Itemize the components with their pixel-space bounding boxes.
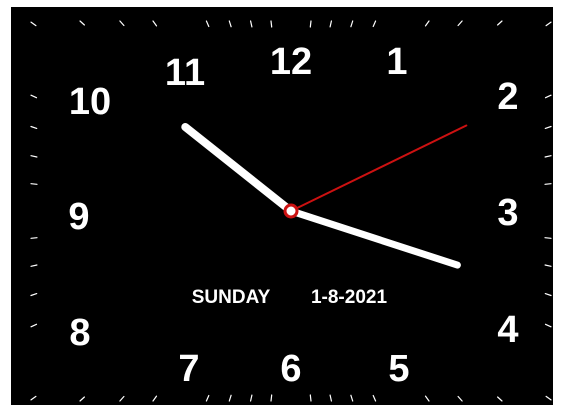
minute-tick bbox=[30, 155, 38, 158]
minute-tick bbox=[544, 183, 552, 185]
minute-tick bbox=[30, 395, 37, 401]
minute-tick bbox=[424, 20, 430, 27]
numeral-1: 1 bbox=[386, 41, 407, 83]
minute-tick bbox=[30, 323, 38, 328]
minute-tick bbox=[270, 394, 273, 402]
minute-tick bbox=[152, 20, 158, 27]
minute-tick bbox=[30, 125, 38, 130]
clock-app-window: 12 1 2 3 4 5 6 7 8 9 10 11 SUNDAY 1-8-20… bbox=[0, 0, 563, 412]
hour-hand bbox=[181, 123, 295, 215]
minute-tick bbox=[250, 20, 253, 28]
minute-tick bbox=[152, 395, 158, 402]
minute-tick bbox=[457, 395, 463, 402]
numeral-4: 4 bbox=[497, 309, 518, 351]
minute-tick bbox=[79, 20, 86, 26]
minute-tick bbox=[544, 94, 552, 99]
minute-tick bbox=[424, 395, 430, 402]
minute-tick bbox=[205, 20, 210, 28]
minute-tick bbox=[30, 21, 37, 27]
numeral-10: 10 bbox=[69, 81, 111, 123]
minute-tick bbox=[544, 125, 552, 130]
minute-tick bbox=[119, 20, 125, 27]
numeral-12: 12 bbox=[270, 41, 312, 83]
minute-tick bbox=[350, 20, 354, 28]
minute-tick bbox=[30, 264, 38, 267]
minute-hand bbox=[287, 207, 461, 269]
numeral-6: 6 bbox=[280, 348, 301, 390]
minute-tick bbox=[309, 394, 312, 402]
minute-tick bbox=[30, 94, 38, 99]
minute-tick bbox=[544, 293, 552, 297]
minute-tick bbox=[544, 323, 552, 328]
numeral-5: 5 bbox=[388, 348, 409, 390]
date-display: SUNDAY 1-8-2021 bbox=[192, 287, 388, 308]
minute-tick bbox=[250, 394, 253, 402]
minute-tick bbox=[30, 183, 38, 185]
minute-tick bbox=[329, 20, 332, 28]
minute-tick bbox=[228, 394, 232, 402]
minute-tick bbox=[205, 394, 210, 402]
numeral-8: 8 bbox=[69, 312, 90, 354]
minute-tick bbox=[372, 20, 377, 28]
clock-hands bbox=[181, 123, 468, 269]
clock-face: 12 1 2 3 4 5 6 7 8 9 10 11 SUNDAY 1-8-20… bbox=[11, 7, 553, 405]
minute-tick bbox=[545, 395, 552, 401]
minute-tick bbox=[79, 396, 86, 402]
date-label: 1-8-2021 bbox=[311, 287, 387, 308]
numeral-11: 11 bbox=[165, 52, 205, 94]
minute-tick bbox=[372, 394, 377, 402]
minute-tick bbox=[544, 237, 552, 239]
minute-tick bbox=[270, 20, 273, 28]
minute-tick bbox=[350, 394, 354, 402]
minute-tick bbox=[545, 21, 552, 27]
minute-tick bbox=[544, 155, 552, 158]
minute-tick bbox=[497, 396, 503, 402]
numeral-3: 3 bbox=[497, 192, 518, 234]
minute-tick bbox=[119, 395, 125, 402]
analog-clock: 12 1 2 3 4 5 6 7 8 9 10 11 SUNDAY 1-8-20… bbox=[30, 20, 552, 402]
day-of-week: SUNDAY bbox=[192, 287, 271, 308]
minute-tick bbox=[30, 237, 38, 239]
minute-tick bbox=[497, 20, 503, 26]
second-hand bbox=[290, 124, 468, 212]
numeral-9: 9 bbox=[68, 196, 89, 238]
numeral-2: 2 bbox=[497, 76, 518, 118]
minute-tick bbox=[457, 20, 463, 27]
minute-tick bbox=[30, 293, 38, 297]
minute-tick bbox=[228, 20, 232, 28]
minute-tick bbox=[329, 394, 332, 402]
minute-tick bbox=[309, 20, 312, 28]
center-pivot bbox=[283, 203, 299, 219]
numeral-7: 7 bbox=[178, 348, 199, 390]
minute-tick bbox=[544, 264, 552, 267]
